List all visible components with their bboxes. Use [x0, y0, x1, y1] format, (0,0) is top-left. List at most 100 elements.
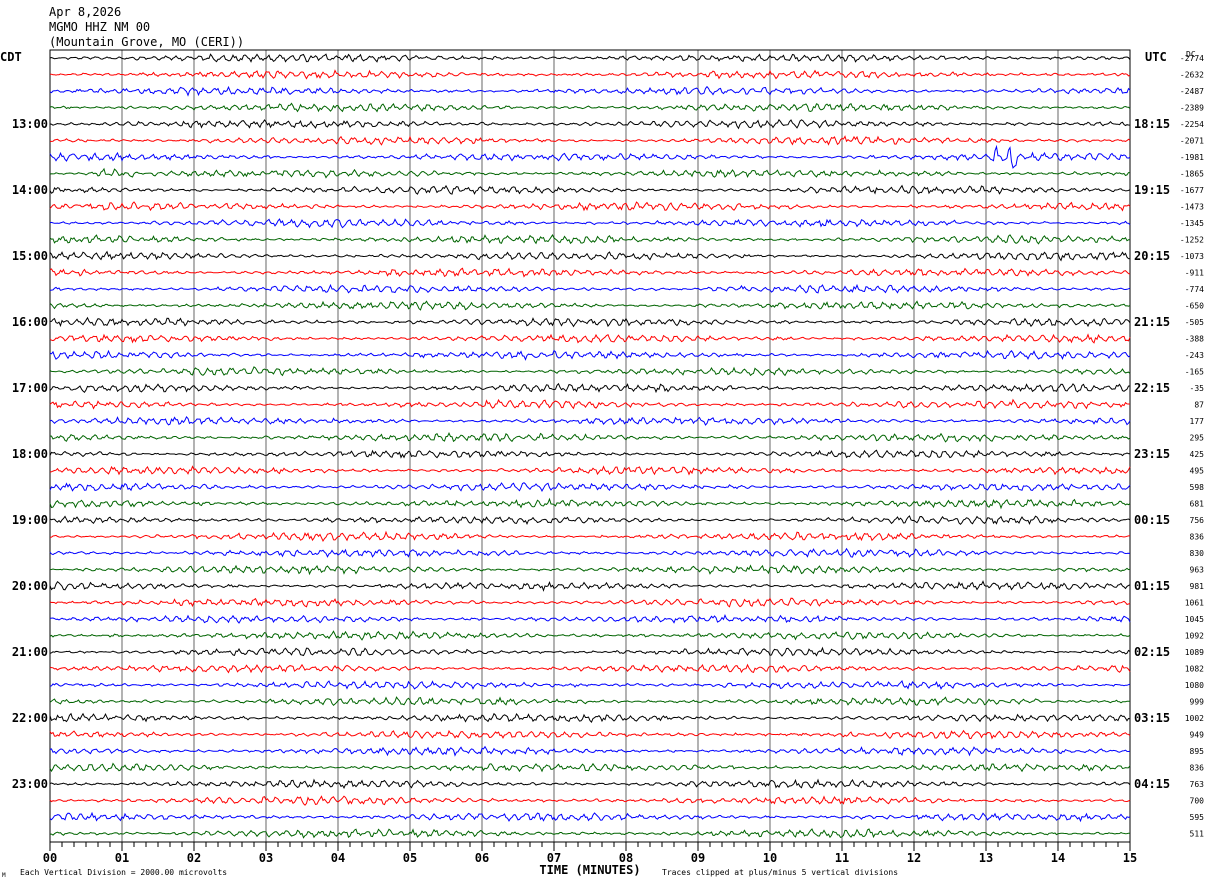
x-tick-label: 15 — [1123, 851, 1137, 865]
seismic-trace — [49, 382, 1131, 394]
scale-note: Each Vertical Division = 2000.00 microvo… — [20, 868, 227, 877]
dc-offset-label: -505 — [1185, 318, 1204, 327]
dc-offset-label: 495 — [1190, 467, 1205, 476]
utc-hour-label: 22:15 — [1134, 381, 1170, 395]
dc-offset-label: -774 — [1185, 285, 1204, 294]
seismic-trace — [49, 85, 1131, 97]
dc-offset-label: -165 — [1185, 368, 1204, 377]
seismic-trace — [50, 828, 1131, 839]
x-tick-label: 13 — [979, 851, 993, 865]
dc-offset-label: -650 — [1185, 302, 1204, 311]
seismic-trace — [49, 118, 1131, 130]
seismic-trace — [49, 135, 1131, 146]
dc-offset-label: -1252 — [1180, 236, 1204, 245]
x-tick-label: 06 — [475, 851, 489, 865]
x-tick-label: 01 — [115, 851, 129, 865]
date-label: Apr 8,2026 — [49, 5, 121, 19]
seismic-trace — [49, 184, 1131, 195]
seismic-trace — [49, 465, 1131, 476]
location-label: (Mountain Grove, MO (CERI)) — [49, 35, 244, 49]
seismic-trace — [49, 69, 1131, 80]
seismic-trace — [49, 497, 1131, 510]
dc-offset-label: 1002 — [1185, 714, 1204, 723]
station-label: MGMO HHZ NM 00 — [49, 20, 150, 34]
dc-offset-label: -1677 — [1180, 186, 1204, 195]
cdt-hour-label: 19:00 — [12, 513, 48, 527]
seismic-trace — [49, 167, 1130, 179]
seismic-trace — [49, 53, 1131, 63]
seismic-trace — [49, 778, 1131, 790]
dc-offset-label: -2632 — [1180, 71, 1204, 80]
plot-frame — [49, 49, 1131, 843]
dc-offset-label: -1073 — [1180, 252, 1204, 261]
seismic-trace — [49, 300, 1131, 311]
dc-offset-label: 830 — [1190, 549, 1205, 558]
dc-offset-label: -911 — [1185, 269, 1204, 278]
dc-offset-label: 598 — [1190, 483, 1205, 492]
dc-offset-label: 1082 — [1185, 665, 1204, 674]
dc-offset-label: 425 — [1190, 450, 1205, 459]
cdt-hour-label: 18:00 — [12, 447, 48, 461]
x-tick-label: 14 — [1051, 851, 1065, 865]
seismic-trace — [49, 680, 1131, 690]
x-axis: 00 01 02 03 04 05 06 07 08 09 10 11 12 13 14 15 — [43, 842, 1137, 865]
seismic-trace — [49, 250, 1131, 262]
x-tick-label: 03 — [259, 851, 273, 865]
seismic-trace — [49, 597, 1131, 608]
seismic-trace — [49, 564, 1131, 576]
seismic-trace — [49, 745, 1131, 757]
dc-offset-label: 963 — [1190, 566, 1205, 575]
dc-offset-label: 895 — [1190, 747, 1205, 756]
helicorder-plot: Apr 8,2026 MGMO HHZ NM 00 (Mountain Grov… — [0, 5, 1205, 879]
dc-offset-label: -35 — [1190, 384, 1205, 393]
x-tick-label: 04 — [331, 851, 345, 865]
seismic-trace — [49, 646, 1131, 657]
seismic-trace — [49, 530, 1131, 543]
dc-offset-label: 177 — [1190, 417, 1205, 426]
dc-offset-label: 511 — [1190, 830, 1205, 839]
seismic-trace — [49, 712, 1131, 723]
dc-offset-label: 700 — [1190, 797, 1205, 806]
x-tick-label: 11 — [835, 851, 849, 865]
grid-lines — [121, 50, 1059, 842]
dc-offset-label: 1061 — [1185, 599, 1204, 608]
cdt-hour-label: 21:00 — [12, 645, 48, 659]
seismic-trace — [49, 366, 1131, 377]
utc-hour-label: 19:15 — [1134, 183, 1170, 197]
x-tick-label: 09 — [691, 851, 705, 865]
dc-offset-label: 1045 — [1185, 615, 1204, 624]
utc-hour-label: 18:15 — [1134, 117, 1170, 131]
right-timezone-label: UTC — [1145, 50, 1167, 64]
dc-offset-label: 1089 — [1185, 648, 1204, 657]
dc-offset-label: -388 — [1185, 335, 1204, 344]
seismic-trace — [49, 102, 1131, 113]
seismic-trace — [49, 795, 1131, 806]
seismic-trace — [49, 398, 1131, 410]
dc-offset-label: -1345 — [1180, 219, 1204, 228]
seismic-trace — [49, 234, 1131, 245]
dc-offset-label: 949 — [1190, 731, 1205, 740]
utc-hour-label: 21:15 — [1134, 315, 1170, 329]
utc-hour-label: 20:15 — [1134, 249, 1170, 263]
x-tick-label: 05 — [403, 851, 417, 865]
dc-offset-label: -243 — [1185, 351, 1204, 360]
x-tick-label: 12 — [907, 851, 921, 865]
cdt-hour-label: 14:00 — [12, 183, 48, 197]
seismic-trace — [49, 267, 1131, 278]
seismic-trace — [49, 762, 1131, 773]
dc-offset-label: 836 — [1190, 764, 1205, 773]
x-tick-label: 02 — [187, 851, 201, 865]
cdt-hour-label: 20:00 — [12, 579, 48, 593]
cdt-hour-label: 16:00 — [12, 315, 48, 329]
dc-offset-label: 1080 — [1185, 681, 1204, 690]
dc-offset-label: -1473 — [1180, 203, 1204, 212]
dc-offset-label: 595 — [1190, 813, 1205, 822]
seismic-trace — [49, 144, 1131, 169]
dc-offset-label: 681 — [1190, 500, 1205, 509]
clip-note: Traces clipped at plus/minus 5 vertical … — [662, 868, 898, 877]
dc-offset-label: 981 — [1190, 582, 1205, 591]
dc-offset-label: -2774 — [1180, 54, 1204, 63]
seismic-trace — [49, 416, 1131, 426]
x-axis-label: TIME (MINUTES) — [539, 863, 640, 877]
dc-offset-label: -2254 — [1180, 120, 1204, 129]
